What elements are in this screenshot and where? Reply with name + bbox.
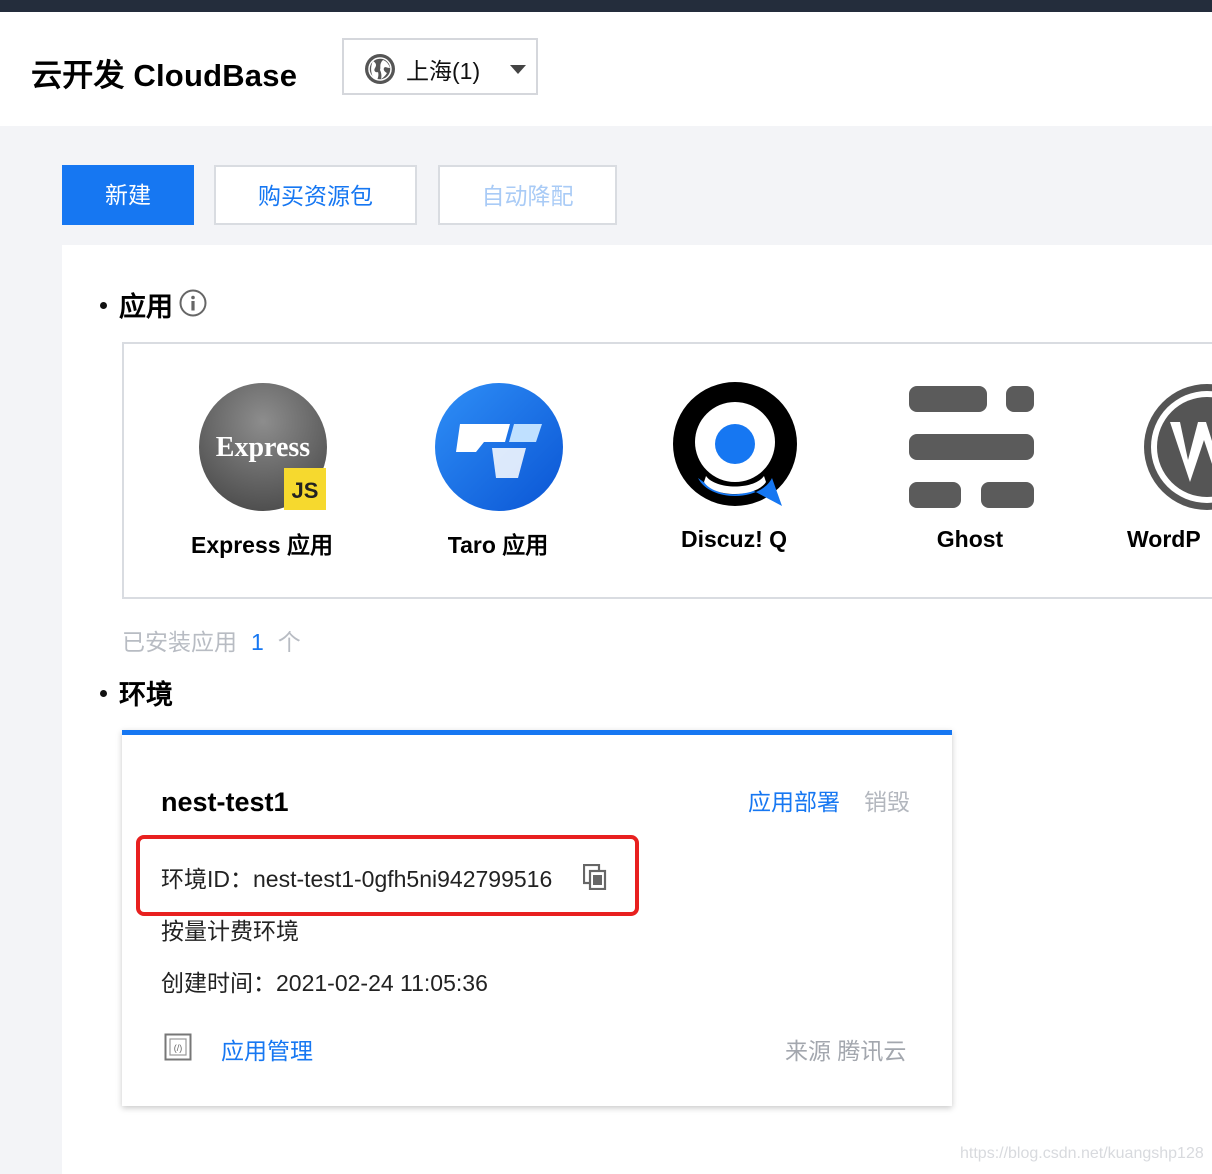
app-name-express: Express 应用 <box>191 532 333 558</box>
app-card-taro[interactable]: Taro 应用 <box>398 382 598 562</box>
created-value: 2021-02-24 11:05:36 <box>276 970 488 996</box>
bullet-dot <box>100 690 107 698</box>
region-label: 上海(1) <box>406 58 481 84</box>
deploy-link[interactable]: 应用部署 <box>748 783 840 817</box>
app-card-wordpress[interactable]: WordP <box>1106 382 1212 562</box>
js-badge-text: JS <box>292 478 319 503</box>
installed-apps-count: 已安装应用 1 个 <box>122 623 301 657</box>
taro-logo-icon <box>435 383 563 511</box>
env-section-title: 环境 <box>100 673 173 712</box>
app-card-express[interactable]: Express JS Express 应用 <box>162 382 362 562</box>
app-card-ghost[interactable]: Ghost <box>870 382 1070 562</box>
svg-text:(/): (/) <box>174 1043 183 1053</box>
copy-icon[interactable] <box>583 864 607 890</box>
env-id-row: 环境ID：nest-test1-0gfh5ni942799516 <box>161 860 552 894</box>
express-logo-icon: Express JS <box>199 383 327 511</box>
apps-carousel: Express JS Express 应用 Taro 应用 Discuz! Q … <box>122 342 1212 599</box>
info-icon[interactable] <box>179 289 207 317</box>
app-name-taro: Taro 应用 <box>447 532 549 558</box>
chevron-down-icon <box>510 65 526 74</box>
app-manage-icon[interactable]: (/) <box>164 1033 192 1061</box>
installed-count[interactable]: 1 <box>251 629 264 655</box>
discuz-logo-icon <box>673 382 797 506</box>
installed-label: 已安装应用 <box>122 629 237 655</box>
env-id-label: 环境ID： <box>161 866 253 892</box>
apps-section-title: 应用 <box>100 285 173 324</box>
app-name-ghost: Ghost <box>936 526 1004 552</box>
created-label: 创建时间： <box>161 970 276 996</box>
env-name: nest-test1 <box>161 787 289 817</box>
billing-mode: 按量计费环境 <box>161 918 299 944</box>
app-manage-link[interactable]: 应用管理 <box>221 1032 313 1066</box>
top-bar <box>0 0 1212 12</box>
env-title-text: 环境 <box>119 680 173 710</box>
env-card[interactable]: nest-test1 应用部署 销毁 环境ID：nest-test1-0gfh5… <box>122 730 952 1106</box>
app-card-discuz[interactable]: Discuz! Q <box>634 382 834 562</box>
source-value: 腾讯云 <box>837 1038 907 1064</box>
app-title: 云开发 CloudBase <box>31 58 298 93</box>
created-time-row: 创建时间：2021-02-24 11:05:36 <box>161 964 488 998</box>
buy-resource-pack-button[interactable]: 购买资源包 <box>214 165 417 225</box>
globe-icon <box>365 54 395 84</box>
ghost-logo-icon <box>909 386 1034 508</box>
new-button[interactable]: 新建 <box>62 165 194 225</box>
source-row: 来源 腾讯云 <box>785 1032 906 1066</box>
source-label: 来源 <box>785 1038 831 1064</box>
express-logo-text: Express <box>216 432 310 463</box>
installed-unit: 个 <box>277 629 301 655</box>
watermark: https://blog.csdn.net/kuangshp128 <box>960 1145 1204 1162</box>
auto-downgrade-button[interactable]: 自动降配 <box>438 165 617 225</box>
apps-title-text: 应用 <box>119 292 173 322</box>
app-name-discuz: Discuz! Q <box>680 526 788 552</box>
app-name-wordpress: WordP <box>1127 526 1201 552</box>
env-id-value: nest-test1-0gfh5ni942799516 <box>253 866 553 892</box>
region-select[interactable]: 上海(1) <box>342 38 538 95</box>
header: 云开发 CloudBase 上海(1) <box>0 12 1212 126</box>
bullet-dot <box>100 302 107 310</box>
main-panel: 应用 Express JS Express 应用 Taro 应用 Discuz!… <box>62 245 1212 1174</box>
wordpress-logo-icon <box>1144 384 1212 510</box>
destroy-link[interactable]: 销毁 <box>864 783 910 817</box>
